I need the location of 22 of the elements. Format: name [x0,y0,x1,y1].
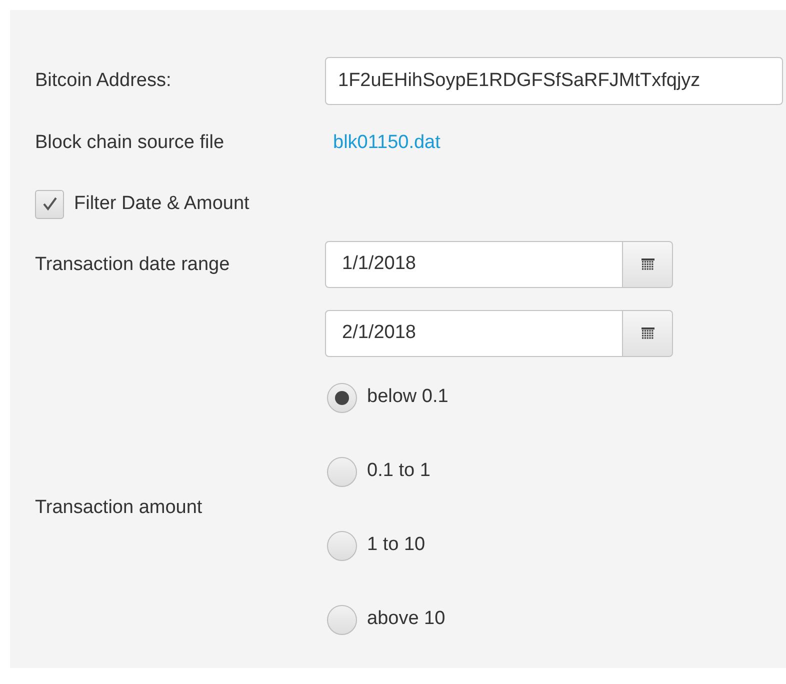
filter-label: Filter Date & Amount [74,192,250,216]
address-field[interactable]: 1F2uEHihSoypE1RDGFSfSaRFJMtTxfqjyz [325,57,783,105]
radio-button[interactable] [327,530,357,560]
check-icon [42,196,58,212]
radio-label: 1 to 10 [367,533,426,558]
calendar-button[interactable] [623,310,673,356]
filter-checkbox[interactable] [35,190,64,218]
date-field[interactable]: 1/1/2018 [325,240,623,288]
calendar-button[interactable] [623,240,673,288]
radio-label: below 0.1 [367,385,448,410]
radio-button[interactable] [327,604,357,634]
calendar-icon [640,326,654,340]
radio-label: above 10 [367,607,446,632]
date-field[interactable]: 2/1/2018 [325,310,623,356]
source-file-label: Block chain source file [35,131,226,155]
amount-label: Transaction amount [35,496,204,520]
date-range-label: Transaction date range [35,252,231,276]
calendar-icon [640,258,654,270]
radio-button[interactable] [327,456,357,486]
address-label: Bitcoin Address: [35,68,172,93]
radio-button[interactable] [327,382,357,412]
radio-label: 0.1 to 1 [367,459,430,484]
